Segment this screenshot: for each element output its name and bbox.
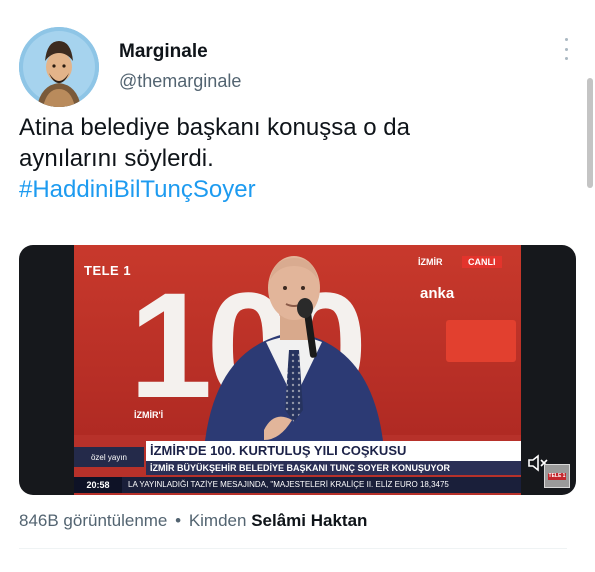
tweet-text-line: Atina belediye başkanı konuşsa o da <box>19 114 410 141</box>
tweet-text-line: aynılarını söylerdi. <box>19 145 214 172</box>
backdrop-subtext: İZMİR'İ <box>134 410 164 420</box>
more-dot <box>564 47 568 51</box>
video-frame[interactable]: 100 TELE 1 İZMİR CANLI anka İZMİR'İ özel… <box>74 245 521 495</box>
channel-logo: TELE 1 <box>84 263 132 278</box>
special-broadcast-label: özel yayın <box>74 447 144 467</box>
scrollbar[interactable] <box>585 70 595 200</box>
news-ticker: 20:58 LA YAYINLADIĞI TAZİYE MESAJINDA, "… <box>74 477 521 493</box>
tweet-meta: 846B görüntülenme • Kimden Selâmi Haktan <box>19 511 367 531</box>
ticker-text: LA YAYINLADIĞI TAZİYE MESAJINDA, "MAJEST… <box>128 480 449 489</box>
from-label: Kimden <box>188 511 247 530</box>
location-tag: İZMİR <box>418 257 443 267</box>
tweet-card[interactable]: Marginale @themarginale Atina belediye b… <box>0 0 595 572</box>
video-player[interactable]: 100 TELE 1 İZMİR CANLI anka İZMİR'İ özel… <box>19 245 576 495</box>
tweet-text: Atina belediye başkanı konuşsa o da aynı… <box>19 112 559 205</box>
author-name[interactable]: Marginale <box>119 41 208 63</box>
meta-separator: • <box>175 511 182 530</box>
hashtag-link[interactable]: #HaddiniBilTunçSoyer <box>19 174 559 205</box>
more-dot <box>564 57 568 60</box>
view-count: 846B görüntülenme <box>19 511 168 530</box>
channel-badge-icon: TELE 1 <box>544 464 570 488</box>
backdrop-screen <box>446 320 516 362</box>
agency-logo: anka <box>420 285 455 302</box>
channel-badge-label: TELE 1 <box>548 473 566 480</box>
more-options-icon[interactable] <box>556 38 576 60</box>
scrollbar-thumb[interactable] <box>587 78 593 188</box>
divider <box>19 548 567 549</box>
video-credit-link[interactable]: Selâmi Haktan <box>251 511 367 530</box>
more-dot <box>564 38 568 41</box>
author-avatar[interactable] <box>19 27 99 107</box>
author-handle[interactable]: @themarginale <box>119 71 241 92</box>
speaker-figure <box>204 256 384 450</box>
news-headline: İZMİR'DE 100. KURTULUŞ YILI COŞKUSU <box>146 441 521 461</box>
avatar-illustration <box>19 27 99 107</box>
news-subheadline: İZMİR BÜYÜKŞEHİR BELEDİYE BAŞKANI TUNÇ S… <box>146 461 521 475</box>
live-tag: CANLI <box>462 256 502 268</box>
ticker-time: 20:58 <box>74 477 122 493</box>
